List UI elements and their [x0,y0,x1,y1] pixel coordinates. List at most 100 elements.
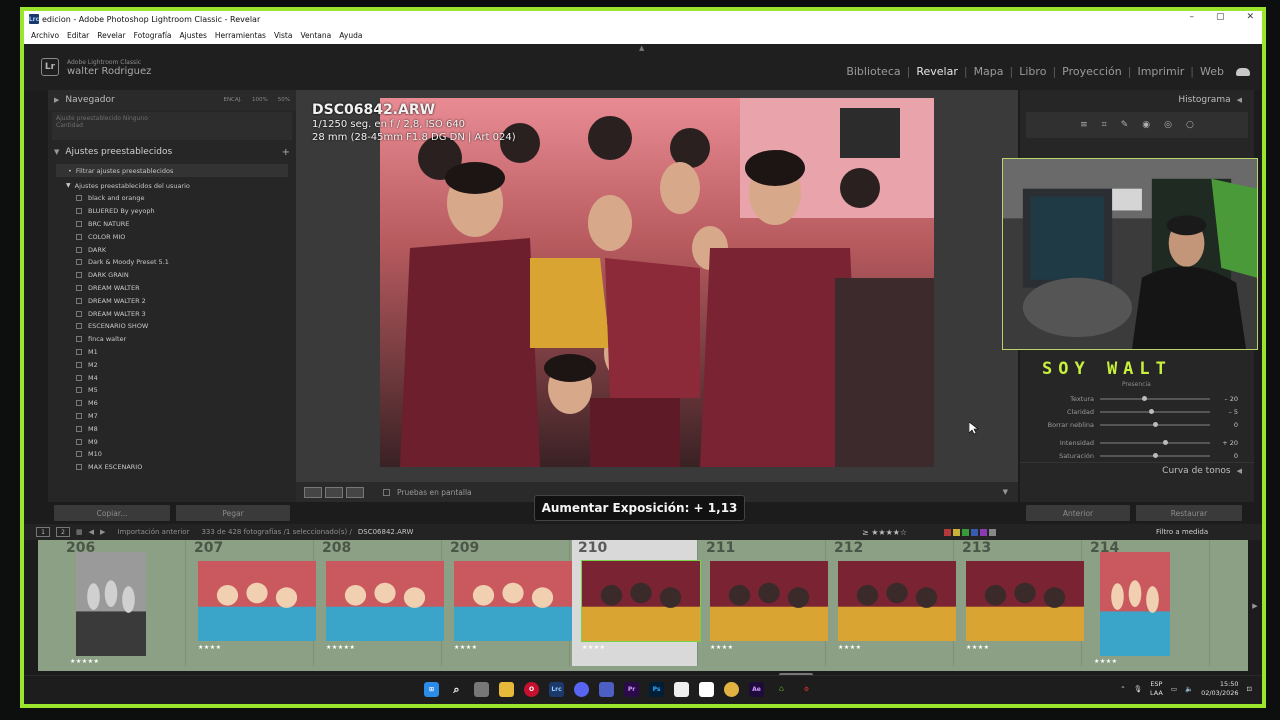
preset-item[interactable]: finca walter [48,333,296,346]
forward-arrow-icon[interactable]: ▶ [100,528,105,536]
preset-item[interactable]: BLUERED By yeyoph [48,205,296,218]
filmstrip-thumbnail[interactable] [1100,552,1170,656]
filmstrip-thumbnail[interactable] [838,561,956,641]
preset-item[interactable]: BRC NATURE [48,218,296,231]
slider-track[interactable] [1100,396,1210,401]
slider-knob[interactable] [1149,409,1155,414]
left-panel-edge[interactable] [24,90,48,502]
zoom-100[interactable]: 100% [252,97,268,103]
document-icon[interactable] [699,682,714,697]
before-after-icon[interactable] [325,486,343,498]
preset-item[interactable]: M8 [48,422,296,435]
filmstrip-thumbnail[interactable] [76,552,146,656]
close-button[interactable]: ✕ [1246,12,1254,22]
preset-item[interactable]: ESCENARIO SHOW [48,320,296,333]
app-icon[interactable] [599,682,614,697]
slider-track[interactable] [1100,422,1210,427]
opera-icon[interactable]: O [524,682,539,697]
slider-track[interactable] [1100,409,1210,414]
filter-presets-field[interactable]: • Filtrar ajustes preestablecidos [56,164,288,177]
slider-value[interactable]: – 5 [1210,408,1238,416]
source-label[interactable]: Importación anterior [117,528,189,536]
menu-archivo[interactable]: Archivo [31,31,59,40]
search-icon[interactable]: ⌕ [449,682,464,697]
paste-button[interactable]: Pegar [176,505,290,521]
custom-filter-select[interactable]: Filtro a medida [1156,528,1208,536]
toolbar-dropdown-icon[interactable]: ▼ [1003,488,1008,496]
filmstrip-thumbnail[interactable] [198,561,316,641]
filmstrip-cell[interactable]: 214 ★★★★ [1084,540,1210,666]
filmstrip-rating[interactable]: ★★★★★ [326,644,355,651]
premiere-icon[interactable]: Pr [624,682,639,697]
filmstrip-cell[interactable]: 207 ★★★★ [188,540,316,666]
grid-icon[interactable]: ▦ [76,528,83,536]
filmstrip-left-edge[interactable] [24,540,38,671]
filmstrip-cell[interactable]: 209 ★★★★ [444,540,572,666]
filmstrip-thumbnail[interactable] [454,561,572,641]
notifications-icon[interactable]: ⊡ [1247,685,1252,693]
current-file[interactable]: DSC06842.ARW [358,528,414,536]
filmstrip-thumbnail[interactable] [966,561,1084,641]
loupe-view-icon[interactable] [304,486,322,498]
lightroom-taskbar-icon[interactable]: Lrc [549,682,564,697]
copy-button[interactable]: Copiar... [54,505,170,521]
menu-herramientas[interactable]: Herramientas [215,31,266,40]
page-2-button[interactable]: 2 [56,527,70,537]
filmstrip-thumbnail[interactable] [326,561,444,641]
slider-knob[interactable] [1142,396,1147,401]
module-revelar[interactable]: Revelar [916,65,958,78]
filmstrip-rating[interactable]: ★★★★ [454,644,478,651]
menu-ajustes[interactable]: Ajustes [180,31,207,40]
menu-fotografia[interactable]: Fotografía [134,31,172,40]
slider-knob[interactable] [1152,453,1158,458]
reset-button[interactable]: Restaurar [1136,505,1242,521]
filmstrip-cell[interactable]: 210 ★★★★ [572,540,701,666]
photoshop-icon[interactable]: Ps [649,682,664,697]
preset-item[interactable]: M2 [48,358,296,371]
module-mapa[interactable]: Mapa [974,65,1004,78]
preset-item[interactable]: M5 [48,384,296,397]
filmstrip-cell[interactable]: 206 ★★★★★ [60,540,186,666]
filmstrip-rating[interactable]: ★★★★ [1094,658,1118,665]
preset-item[interactable]: M9 [48,435,296,448]
start-icon[interactable]: ⊞ [424,682,439,697]
edit-sliders-icon[interactable]: ≡ [1080,120,1088,130]
network-icon[interactable]: ▭ [1171,685,1177,693]
filmstrip-rating[interactable]: ★★★★ [966,644,990,651]
soft-proof-checkbox[interactable] [383,488,390,496]
add-preset-button[interactable]: + [282,147,290,158]
module-imprimir[interactable]: Imprimir [1137,65,1184,78]
preset-item[interactable]: Dark & Moody Preset 5.1 [48,256,296,269]
filmstrip-rating[interactable]: ★★★★ [198,644,222,651]
preset-item[interactable]: COLOR MIO [48,230,296,243]
slider-value[interactable]: 0 [1210,421,1238,429]
compare-view-icon[interactable] [346,486,364,498]
preset-amount-value[interactable]: Cantidad [56,122,288,129]
module-libro[interactable]: Libro [1019,65,1046,78]
capcut-icon[interactable] [674,682,689,697]
menu-editar[interactable]: Editar [67,31,89,40]
after-effects-icon[interactable]: Ae [749,682,764,697]
zoom-50[interactable]: 50% [278,97,290,103]
filmstrip-cell[interactable]: 212 ★★★★ [828,540,956,666]
image-canvas[interactable]: DSC06842.ARW 1/1250 seg. en f / 2,8, ISO… [296,90,1018,482]
slider-value[interactable]: + 20 [1210,439,1238,447]
tone-curve-header[interactable]: Curva de tonos ◀ [1020,462,1254,478]
cloud-icon[interactable] [1236,67,1250,76]
file-explorer-icon[interactable] [499,682,514,697]
slider-knob[interactable] [1163,440,1168,445]
main-photo[interactable] [380,98,934,467]
filmstrip-rating[interactable]: ★★★★ [710,644,734,651]
preset-item[interactable]: MAX ESCENARIO [48,461,296,474]
discord-icon[interactable] [574,682,589,697]
collapse-top-icon[interactable]: ▲ [639,44,644,52]
filmstrip-thumbnail[interactable] [581,560,701,642]
filmstrip-rating[interactable]: ★★★★ [582,644,606,651]
preset-item[interactable]: DREAM WALTER [48,282,296,295]
preset-item[interactable]: M7 [48,410,296,423]
preset-item[interactable]: M1 [48,346,296,359]
previous-button[interactable]: Anterior [1026,505,1130,521]
navigator-header[interactable]: ▶ Navegador ENCAJ. 100% 50% [48,90,296,110]
menu-ventana[interactable]: Ventana [300,31,331,40]
color-label-filter[interactable] [944,528,996,536]
